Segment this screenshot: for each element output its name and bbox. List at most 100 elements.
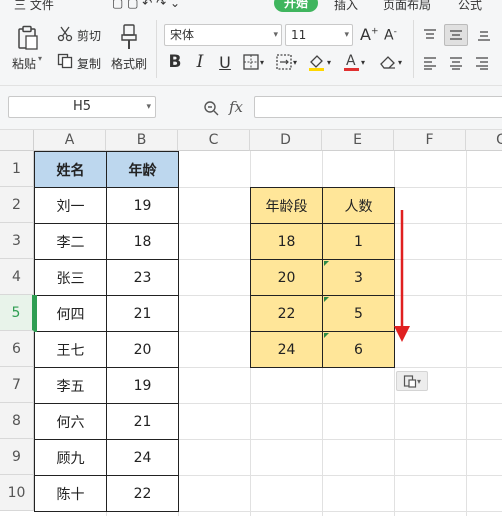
format-painter-button[interactable]: 格式刷	[111, 55, 147, 72]
cell-count-value: 6	[354, 341, 363, 358]
select-all-corner[interactable]	[0, 130, 34, 151]
font-size-select[interactable]: 11 ▾	[285, 24, 353, 46]
row-header-6[interactable]: 6	[0, 331, 34, 367]
align-center-icon[interactable]	[446, 54, 466, 72]
ribbon: 粘贴 ▾ 剪切 复制 格式刷 宋体 ▾ 11 ▾ A+ A- B I U ▾ ▾…	[0, 14, 502, 86]
formula-bar: H5 ▾ fx	[0, 86, 502, 130]
cell-name[interactable]: 陈十	[34, 475, 107, 512]
formula-input[interactable]	[254, 96, 502, 118]
align-left-icon[interactable]	[420, 54, 440, 72]
font-size-value: 11	[291, 28, 307, 42]
cut-button[interactable]: 剪切	[77, 27, 101, 44]
function-icon[interactable]: fx	[229, 98, 243, 116]
row-header-1[interactable]: 1	[0, 151, 34, 187]
merge-cells-icon[interactable]: ▾	[274, 52, 298, 72]
cell-age-group[interactable]: 20	[250, 259, 323, 296]
font-name-select[interactable]: 宋体 ▾	[164, 24, 282, 46]
name-box-value: H5	[72, 99, 92, 114]
menu-formulas-tab[interactable]: 公式	[458, 0, 482, 13]
column-header-f[interactable]: F	[394, 130, 466, 151]
chevron-down-icon: ▾	[416, 376, 421, 386]
cell-age[interactable]: 24	[106, 439, 179, 476]
cell-d2-age-group-header[interactable]: 年龄段	[250, 187, 323, 224]
italic-icon[interactable]: I	[192, 52, 208, 72]
cell-name[interactable]: 王七	[34, 331, 107, 368]
cell-name[interactable]: 顾九	[34, 439, 107, 476]
paste-icon[interactable]	[14, 24, 42, 52]
column-header-d[interactable]: D	[250, 130, 322, 151]
column-header-c[interactable]: C	[178, 130, 250, 151]
cell-b1-age-header[interactable]: 年龄	[106, 151, 179, 188]
paste-button[interactable]: 粘贴	[12, 55, 36, 72]
menu-insert-tab[interactable]: 插入	[334, 0, 358, 13]
cell-name[interactable]: 何六	[34, 403, 107, 440]
cell-name[interactable]: 李五	[34, 367, 107, 404]
font-color-icon[interactable]: A ▾	[342, 52, 366, 72]
row-header-7[interactable]: 7	[0, 367, 34, 403]
quick-access-icons[interactable]: ▢ ▢ ↶ ↷ ⌄	[112, 0, 180, 10]
increase-font-icon[interactable]: A+	[360, 25, 379, 44]
gridline	[466, 151, 467, 516]
name-box[interactable]: H5 ▾	[8, 96, 156, 118]
column-header-g[interactable]: G	[466, 130, 502, 151]
cell-age-group[interactable]: 24	[250, 331, 323, 368]
copy-button[interactable]: 复制	[77, 55, 101, 72]
ribbon-separator	[156, 20, 157, 78]
align-top-icon[interactable]	[420, 26, 440, 44]
cell-count[interactable]: 3	[322, 259, 395, 296]
cell-age[interactable]: 19	[106, 367, 179, 404]
paste-dropdown-icon[interactable]: ▾	[38, 54, 42, 63]
font-name-value: 宋体	[170, 28, 195, 42]
column-header-a[interactable]: A	[34, 130, 106, 151]
cell-name[interactable]: 刘一	[34, 187, 107, 224]
cell-name[interactable]: 张三	[34, 259, 107, 296]
row-header-4[interactable]: 4	[0, 259, 34, 295]
formula-indicator-icon	[324, 333, 329, 338]
row-header-5[interactable]: 5	[0, 295, 34, 331]
row-header-3[interactable]: 3	[0, 223, 34, 259]
cell-count[interactable]: 5	[322, 295, 395, 332]
row-header-10[interactable]: 10	[0, 475, 34, 511]
column-header-b[interactable]: B	[106, 130, 178, 151]
bold-icon[interactable]: B	[166, 52, 184, 72]
menu-file[interactable]: 三 文件	[14, 0, 54, 13]
cell-name[interactable]: 李二	[34, 223, 107, 260]
row-header-9[interactable]: 9	[0, 439, 34, 475]
fill-color-icon[interactable]: ▾	[306, 52, 332, 72]
chevron-down-icon: ▾	[273, 30, 278, 40]
row-header-2[interactable]: 2	[0, 187, 34, 223]
cell-age-group[interactable]: 18	[250, 223, 323, 260]
decrease-font-icon[interactable]: A-	[384, 27, 397, 44]
cell-age[interactable]: 23	[106, 259, 179, 296]
eraser-icon[interactable]: ▾	[376, 52, 404, 72]
cell-age[interactable]: 22	[106, 475, 179, 512]
cell-a1-name-header[interactable]: 姓名	[34, 151, 107, 188]
align-middle-icon[interactable]	[444, 24, 468, 46]
align-right-icon[interactable]	[472, 54, 492, 72]
border-icon[interactable]: ▾	[242, 52, 264, 72]
cell-age-group[interactable]: 22	[250, 295, 323, 332]
column-header-e[interactable]: E	[322, 130, 394, 151]
scissors-icon	[56, 25, 74, 43]
cell-age[interactable]: 18	[106, 223, 179, 260]
cell-age[interactable]: 20	[106, 331, 179, 368]
zoom-icon[interactable]	[202, 99, 220, 117]
ribbon-separator	[413, 20, 414, 78]
cell-age[interactable]: 19	[106, 187, 179, 224]
copy-icon	[56, 52, 74, 70]
underline-icon[interactable]: U	[216, 52, 234, 72]
menu-home-tab[interactable]: 开始	[274, 0, 318, 12]
cell-count[interactable]: 1	[322, 223, 395, 260]
paste-options-button[interactable]: ▾	[396, 371, 428, 391]
cell-count[interactable]: 6	[322, 331, 395, 368]
cell-age[interactable]: 21	[106, 295, 179, 332]
cell-name[interactable]: 何四	[34, 295, 107, 332]
row-header-8[interactable]: 8	[0, 403, 34, 439]
menu-bar: 三 文件 ▢ ▢ ↶ ↷ ⌄ 开始 插入 页面布局 公式	[0, 0, 502, 14]
cell-e2-count-header[interactable]: 人数	[322, 187, 395, 224]
cell-age[interactable]: 21	[106, 403, 179, 440]
menu-page-layout-tab[interactable]: 页面布局	[383, 0, 431, 13]
format-painter-icon[interactable]	[116, 22, 142, 52]
cell-count-value: 3	[354, 269, 363, 286]
align-bottom-icon[interactable]	[474, 26, 494, 44]
